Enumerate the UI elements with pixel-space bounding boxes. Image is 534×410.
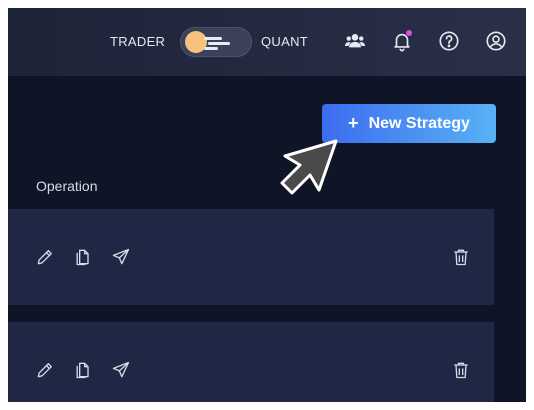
copy-icon[interactable]	[73, 247, 93, 267]
users-icon[interactable]	[344, 30, 366, 52]
send-icon[interactable]	[111, 247, 131, 267]
toggle-speed-line	[204, 37, 222, 40]
toggle-speed-line	[204, 47, 218, 50]
new-strategy-button[interactable]: + New Strategy	[322, 104, 496, 143]
pointer-cursor-icon	[279, 138, 339, 196]
plus-icon: +	[348, 113, 359, 133]
trash-icon[interactable]	[451, 247, 471, 267]
table-row	[8, 322, 494, 402]
main-content: + New Strategy Operation	[8, 76, 526, 402]
mode-label-quant: QUANT	[261, 34, 308, 49]
edit-icon[interactable]	[35, 360, 55, 380]
new-strategy-label: New Strategy	[368, 114, 470, 132]
account-icon[interactable]	[485, 30, 507, 52]
send-icon[interactable]	[111, 360, 131, 380]
top-bar: TRADER QUANT	[8, 8, 526, 76]
app-window: TRADER QUANT + New Strategy Operation	[8, 8, 526, 402]
toggle-speed-line	[208, 42, 230, 45]
operation-column-header: Operation	[36, 178, 98, 194]
scrollbar-track[interactable]	[494, 209, 526, 402]
mode-toggle[interactable]	[180, 27, 252, 57]
copy-icon[interactable]	[73, 360, 93, 380]
edit-icon[interactable]	[35, 247, 55, 267]
mode-label-trader: TRADER	[110, 34, 166, 49]
table-row	[8, 209, 494, 305]
bell-icon[interactable]	[391, 30, 413, 52]
notification-dot	[406, 30, 412, 36]
help-icon[interactable]	[438, 30, 460, 52]
trash-icon[interactable]	[451, 360, 471, 380]
